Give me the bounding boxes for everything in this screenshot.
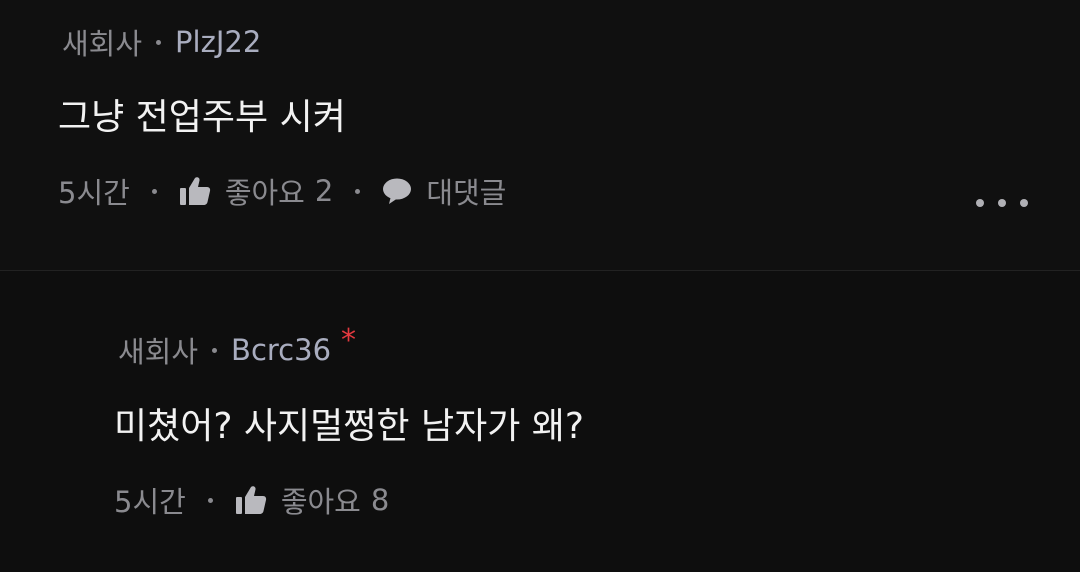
thumbs-up-icon — [235, 485, 267, 515]
like-label: 좋아요 — [280, 485, 361, 519]
timestamp: 5시간 — [114, 485, 186, 519]
author-name[interactable]: PlzJ22 — [175, 25, 261, 59]
speech-bubble-icon — [382, 177, 412, 205]
more-options-button[interactable] — [976, 188, 1028, 218]
like-count: 2 — [314, 174, 334, 208]
thumbs-up-icon — [179, 176, 211, 206]
company-label: 새회사 — [118, 335, 199, 369]
comment-actions: 5시간 좋아요 2 대댓글 — [58, 171, 506, 211]
timestamp: 5시간 — [58, 176, 130, 210]
author-name[interactable]: Bcrc36 — [231, 333, 331, 367]
like-count: 8 — [370, 483, 390, 517]
comment-meta: 새회사 Bcrc36 * — [118, 323, 356, 370]
separator-dot — [207, 497, 213, 503]
comment-actions: 5시간 좋아요 8 — [114, 480, 389, 520]
comment-text: 그냥 전업주부 시켜 — [58, 97, 346, 138]
separator-dot — [212, 347, 218, 353]
separator-dot — [156, 39, 162, 45]
separator-dot — [151, 188, 157, 194]
reply-comment: 새회사 Bcrc36 * 미쳤어? 사지멀쩡한 남자가 왜? 5시간 좋아요 8 — [0, 271, 1080, 572]
more-horizontal-icon — [1020, 199, 1028, 207]
like-label: 좋아요 — [224, 176, 305, 210]
separator-dot — [355, 188, 361, 194]
more-horizontal-icon — [976, 199, 984, 207]
company-label: 새회사 — [62, 27, 143, 61]
comment-text: 미쳤어? 사지멀쩡한 남자가 왜? — [114, 406, 584, 447]
comment: 새회사 PlzJ22 그냥 전업주부 시켜 5시간 좋아요 2 대댓글 — [0, 0, 1080, 270]
reply-button[interactable]: 대댓글 — [382, 170, 506, 212]
author-op-mark: * — [341, 322, 357, 358]
comment-meta: 새회사 PlzJ22 — [62, 22, 261, 62]
reply-label: 대댓글 — [426, 176, 507, 210]
like-button[interactable]: 좋아요 2 — [179, 170, 334, 212]
like-button[interactable]: 좋아요 8 — [235, 479, 390, 521]
more-horizontal-icon — [998, 199, 1006, 207]
